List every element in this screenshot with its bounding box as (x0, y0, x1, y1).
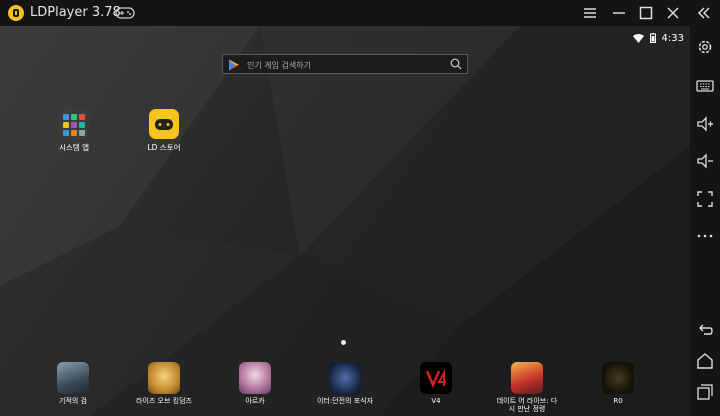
volume-down-icon[interactable] (695, 151, 715, 171)
more-options-icon[interactable] (695, 226, 715, 246)
status-bar: 4:33 (632, 31, 684, 45)
app-label: 데이트 어 라이브: 다시 만난 정령 (496, 397, 558, 413)
app-icon (420, 362, 452, 394)
dock-app[interactable]: 라이즈 오브 킹덤즈 (132, 362, 196, 405)
search-icon[interactable] (450, 58, 462, 70)
close-icon[interactable] (664, 4, 682, 22)
dock-app[interactable]: R0 (586, 362, 650, 405)
battery-icon (649, 33, 656, 43)
google-play-icon (229, 59, 239, 71)
app-icon (239, 362, 271, 394)
ld-store-icon (149, 109, 179, 139)
wifi-icon (632, 33, 644, 43)
dock-app[interactable]: 데이트 어 라이브: 다시 만난 정령 (495, 362, 559, 413)
system-apps-folder[interactable]: 시스템 앱 (44, 109, 104, 152)
menu-icon[interactable] (581, 4, 599, 22)
clock-text: 4:33 (661, 32, 684, 44)
search-bar[interactable] (222, 54, 468, 74)
window-title: LDPlayer 3.78 (30, 5, 121, 20)
android-home-screen: 4:33 시스템 앱 LD 스토어 (0, 26, 690, 416)
volume-up-icon[interactable] (695, 114, 715, 134)
app-icon (148, 362, 180, 394)
app-label: 라이즈 오브 킹덤즈 (136, 397, 192, 405)
app-label: V4 (431, 397, 441, 405)
home-icon[interactable] (695, 351, 715, 371)
maximize-icon[interactable] (637, 4, 655, 22)
right-toolbar (690, 26, 720, 416)
keyboard-icon[interactable] (695, 76, 715, 96)
title-bar: LDPlayer 3.78 (0, 0, 720, 26)
system-apps-icon (59, 109, 89, 139)
gamepad-icon[interactable] (115, 6, 135, 20)
ldplayer-logo-icon (8, 5, 24, 21)
dock-app[interactable]: 아르카 (223, 362, 287, 405)
app-label: 기적의 검 (59, 397, 87, 405)
dock-app[interactable]: V4 (404, 362, 468, 405)
app-label: 아르카 (245, 397, 265, 405)
desktop-icon-label: LD 스토어 (147, 143, 181, 152)
desktop-icon-label: 시스템 앱 (59, 143, 89, 152)
recent-apps-icon[interactable] (695, 382, 715, 402)
app-label: 이터:던전의 포식자 (316, 397, 374, 405)
app-icon (602, 362, 634, 394)
settings-gear-icon[interactable] (695, 37, 715, 57)
back-icon[interactable] (695, 320, 715, 340)
dock-app[interactable]: 이터:던전의 포식자 (313, 362, 377, 405)
app-label: R0 (613, 397, 623, 405)
dock-app[interactable]: 기적의 검 (41, 362, 105, 405)
app-icon (57, 362, 89, 394)
fullscreen-icon[interactable] (695, 189, 715, 209)
page-indicator (341, 340, 346, 345)
minimize-icon[interactable] (610, 4, 628, 22)
app-icon (511, 362, 543, 394)
ld-store-app[interactable]: LD 스토어 (134, 109, 194, 152)
wallpaper (0, 26, 690, 416)
collapse-sidebar-icon[interactable] (695, 4, 713, 22)
search-input[interactable] (245, 57, 449, 73)
app-icon (329, 362, 361, 394)
